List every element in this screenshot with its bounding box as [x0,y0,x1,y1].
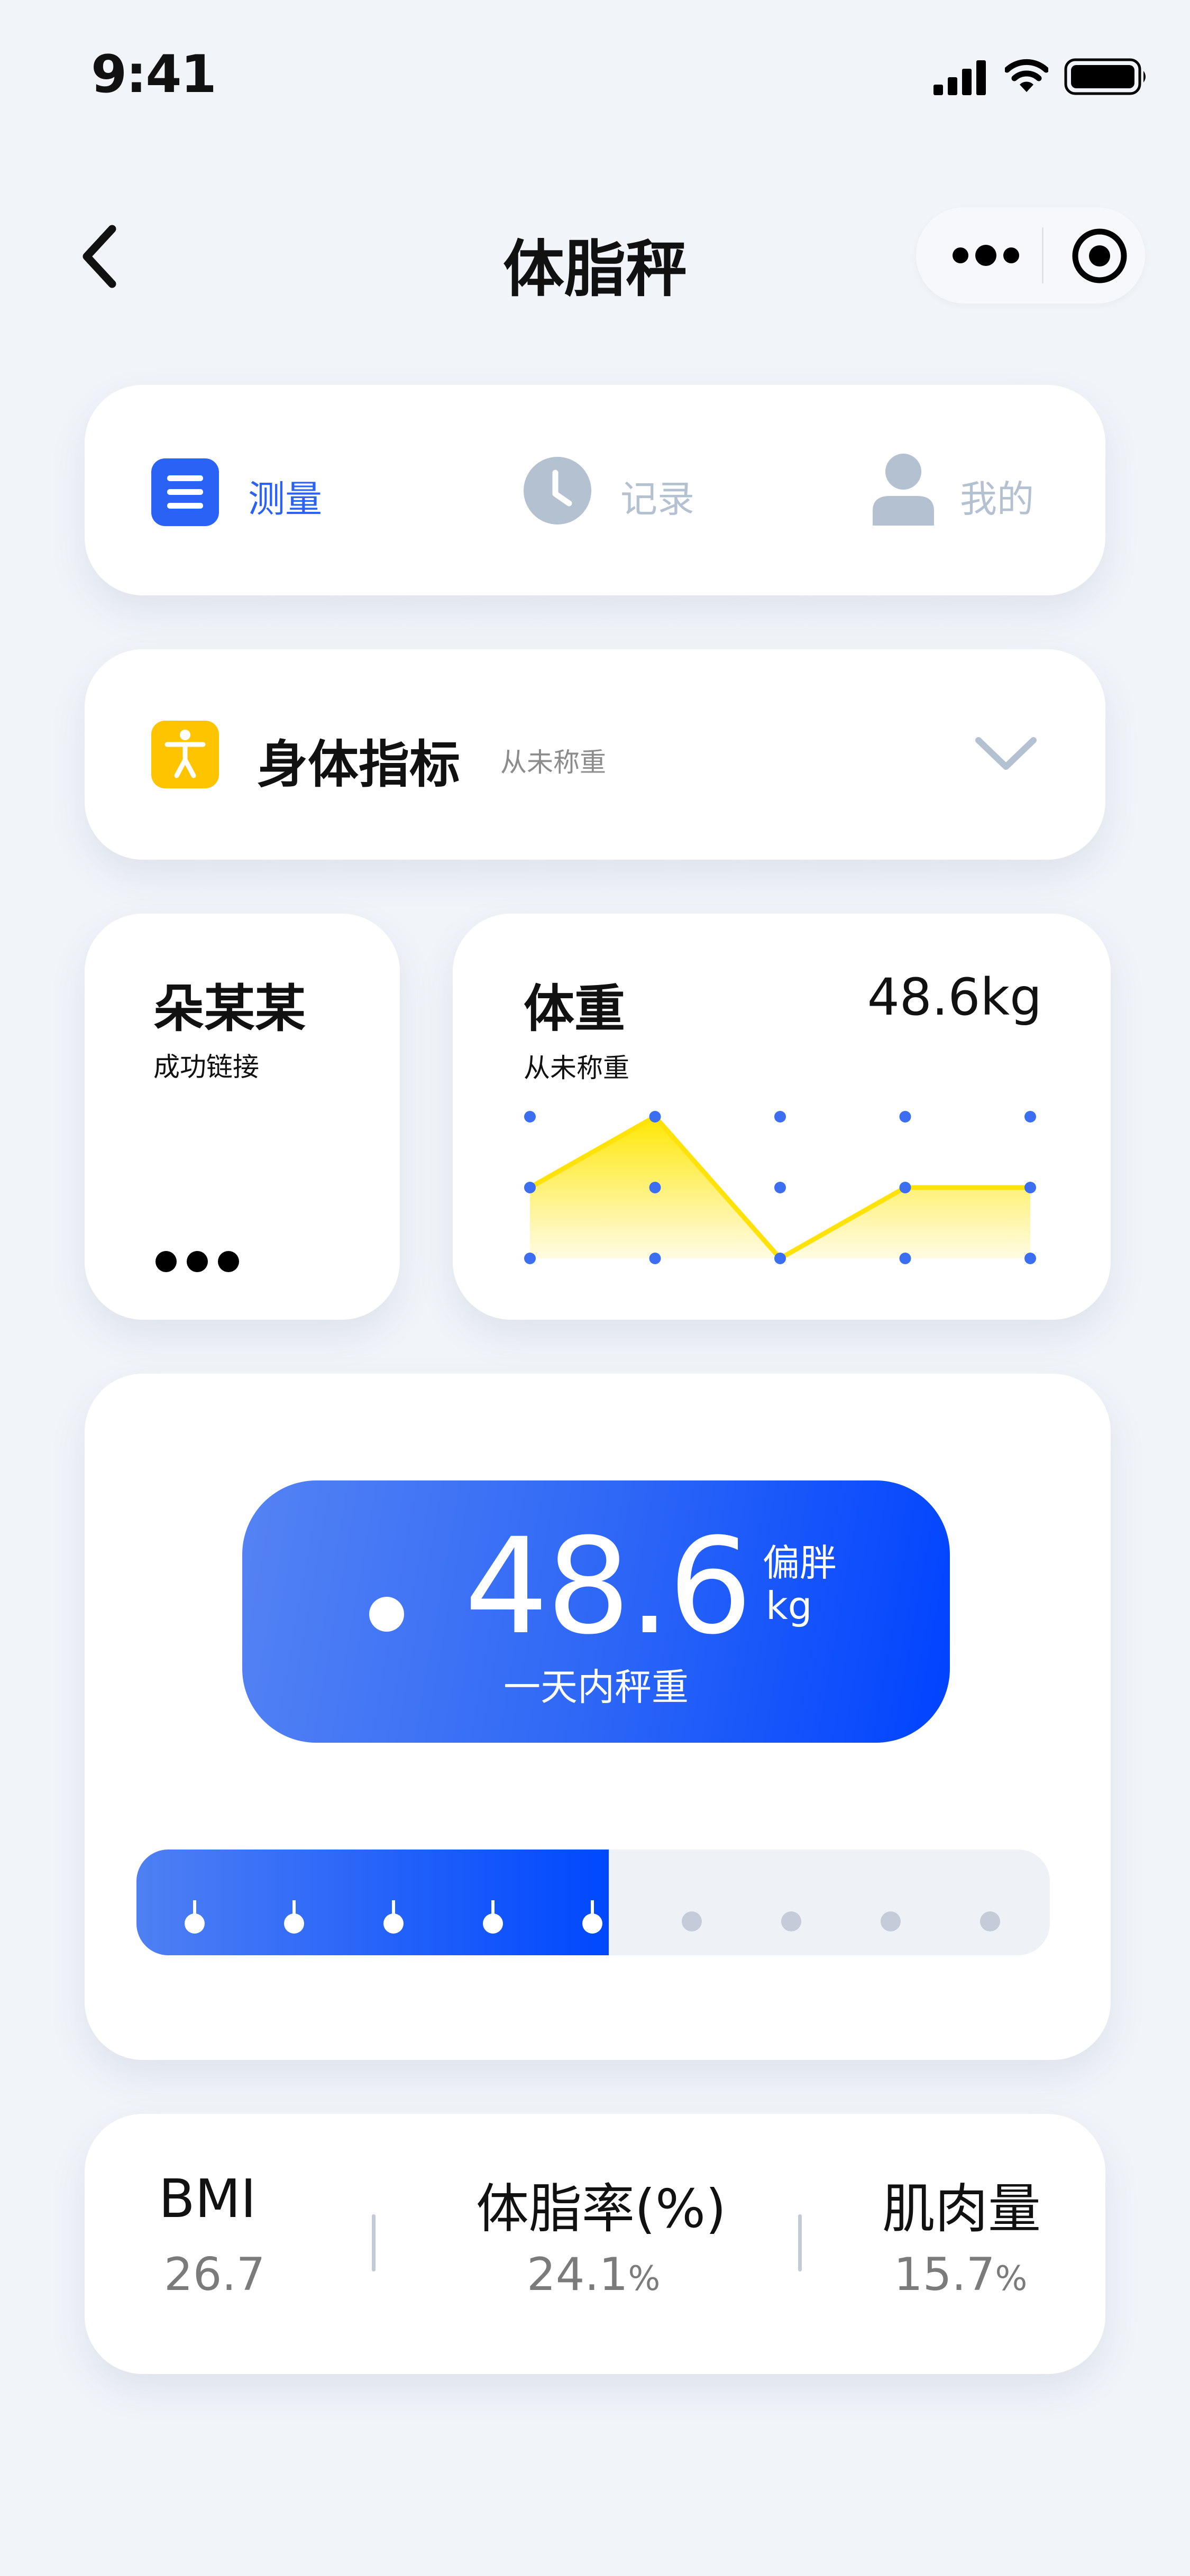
stat-value-bmi: 26.7 [164,2248,265,2301]
weight-subtitle: 从未称重 [524,1053,629,1083]
list-icon [151,458,219,526]
weight-progress-track [136,1850,1050,1955]
progress-step-done [284,1913,304,1934]
weight-result-pill: 48.6 偏胖 kg 一天内秤重 [242,1480,950,1743]
result-value: 48.6 [464,1510,753,1663]
person-icon [873,454,934,526]
weight-chart [524,1111,1036,1264]
weight-value: 48.6kg [867,968,1042,1027]
tab-mine[interactable]: 我的 [873,453,1047,527]
stat-value: 24.1 [527,2248,628,2301]
accessibility-icon [151,721,219,788]
progress-step-pending [781,1911,801,1931]
tab-label: 测量 [248,477,322,521]
chart-grid-dot [1024,1111,1036,1123]
chart-grid-dot [649,1111,661,1123]
progress-step-done [483,1913,503,1934]
progress-step-done [185,1913,205,1934]
clock-icon [524,457,591,525]
chart-grid-dot [1024,1182,1036,1193]
progress-step-done [582,1913,602,1934]
stat-divider [372,2214,376,2271]
tab-label: 记录 [620,477,694,521]
chart-grid-dot [524,1111,536,1123]
stat-unit: % [995,2259,1028,2298]
chevron-down-icon[interactable] [974,735,1038,773]
indicator-subtitle: 从未称重 [500,747,606,778]
chart-grid-dot [1024,1253,1036,1264]
progress-step-pending [682,1911,702,1931]
stat-unit: % [628,2259,661,2298]
tab-measure[interactable]: 测量 [151,455,342,526]
chart-grid-dot [524,1253,536,1264]
progress-step-done [383,1913,404,1934]
chart-grid-dot [774,1111,786,1123]
progress-step-pending [980,1911,1000,1931]
status-time: 9:41 [91,44,217,105]
battery-icon [1064,58,1146,95]
cellular-signal-icon [933,60,986,95]
result-note: 一天内秤重 [504,1666,689,1709]
tab-label: 我的 [960,477,1034,521]
result-status: 偏胖 [763,1541,837,1585]
chart-grid-dot [774,1253,786,1264]
chart-grid-dot [899,1111,911,1123]
chart-grid-dot [649,1253,661,1264]
stat-value: 26.7 [164,2248,266,2301]
status-dot [369,1597,404,1632]
stats-card [85,2114,1105,2374]
more-dots-icon[interactable] [154,1249,240,1274]
chart-grid-dot [524,1182,536,1193]
progress-step-pending [881,1911,901,1931]
progress-step-markers [185,1900,1000,1934]
capsule-divider [1042,227,1043,283]
wifi-icon [1005,59,1048,92]
close-target-icon[interactable] [1071,227,1128,284]
chart-grid-dot [649,1182,661,1193]
weight-title: 体重 [524,979,625,1038]
indicator-title: 身体指标 [257,735,460,794]
chart-grid-dot [899,1253,911,1264]
chart-grid-dot [899,1182,911,1193]
tab-records[interactable]: 记录 [524,456,714,525]
stat-value-muscle: 15.7% [894,2248,1027,2301]
chart-grid-dot [774,1182,786,1193]
stat-divider [798,2214,802,2271]
more-icon[interactable] [951,241,1021,270]
stat-label-muscle: 肌肉量 [882,2178,1041,2240]
result-unit: kg [766,1584,812,1628]
stat-value-body-fat: 24.1% [527,2248,660,2301]
user-name: 朵某某 [153,979,306,1038]
stat-value: 15.7 [894,2248,995,2301]
connection-status: 成功链接 [153,1052,259,1082]
stat-label-body-fat: 体脂率(%) [476,2178,727,2240]
stat-label-bmi: BMI [159,2168,257,2230]
